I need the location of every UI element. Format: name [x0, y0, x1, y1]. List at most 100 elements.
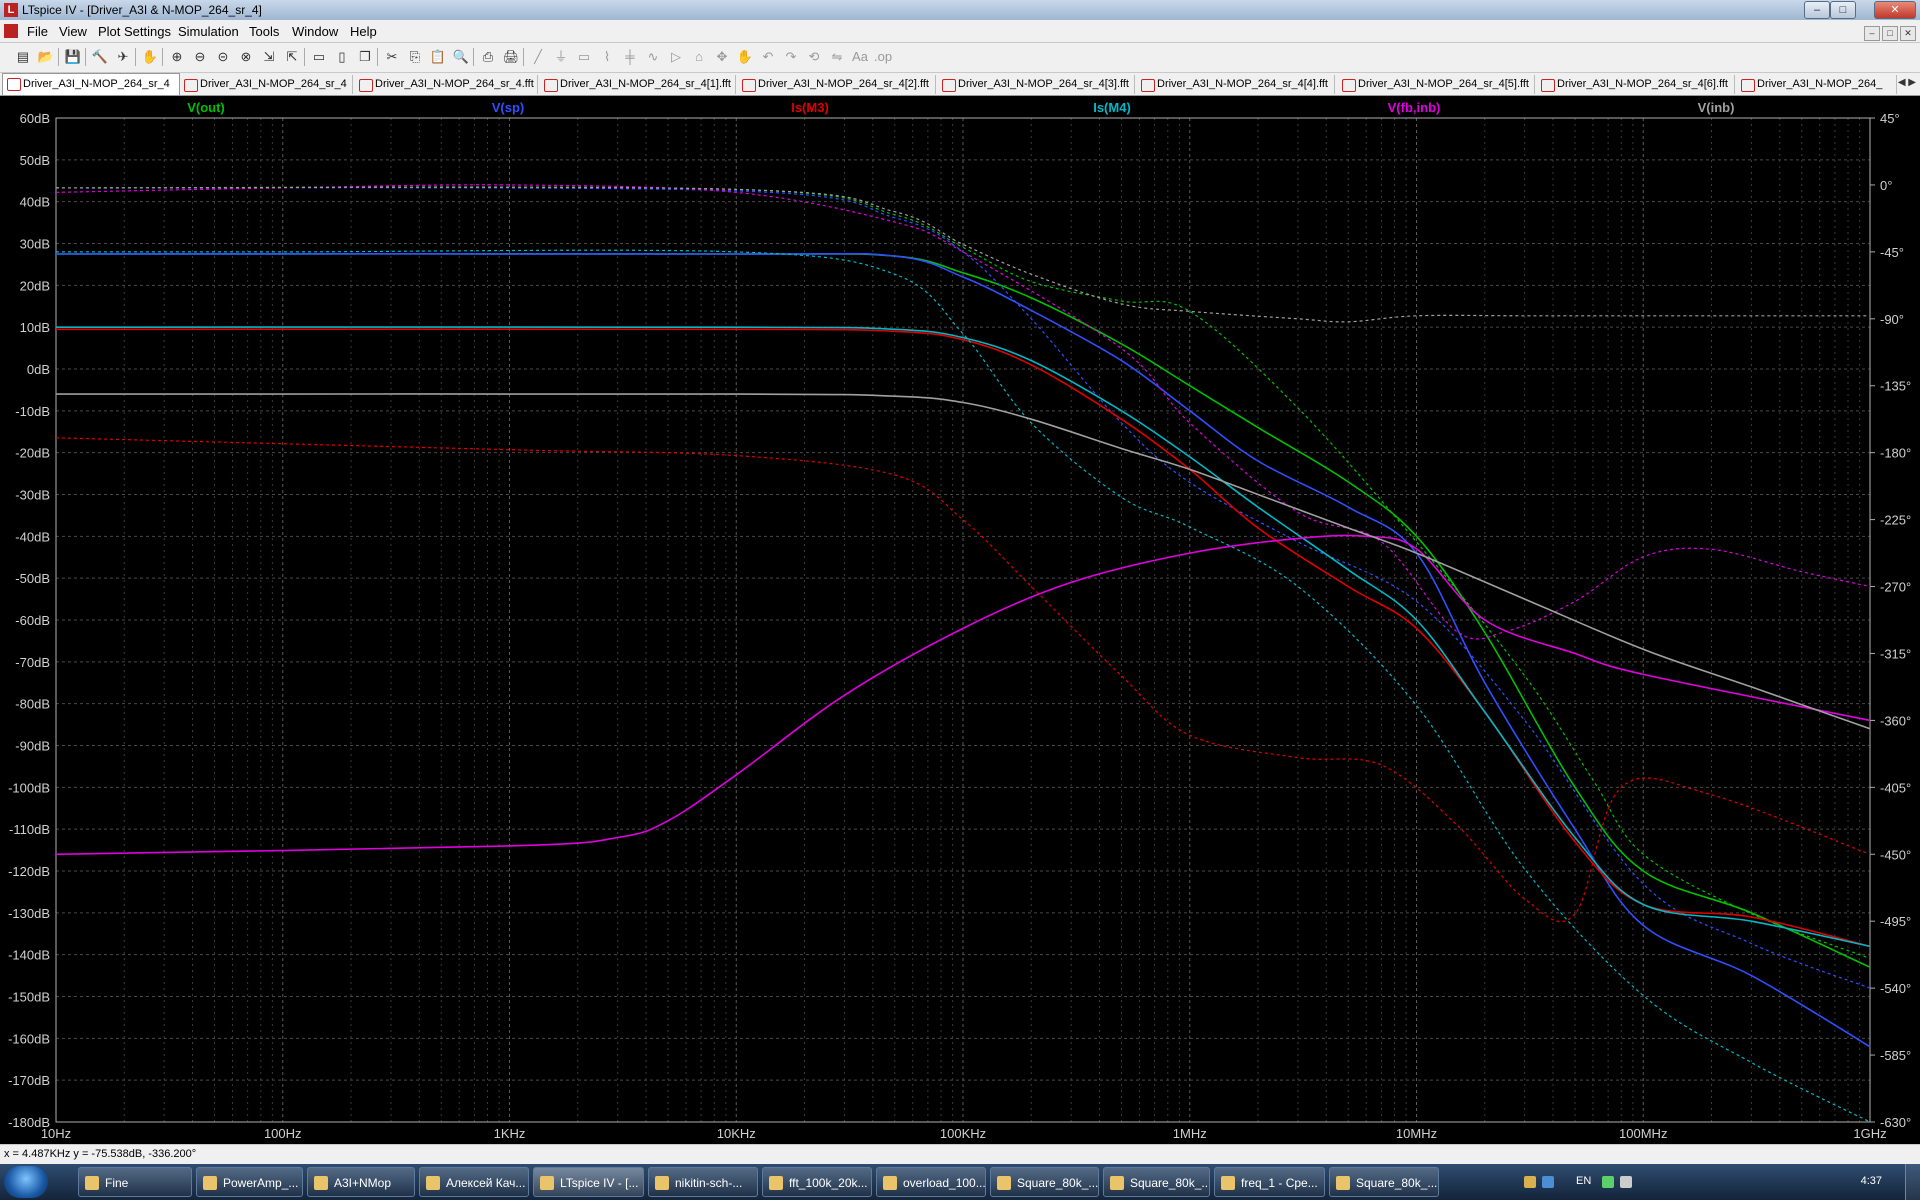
new-schematic-icon[interactable]: ▤	[14, 48, 32, 66]
tab-2[interactable]: Driver_A3I_N-MOP_264_sr_4.fft	[355, 75, 538, 94]
taskbar-item[interactable]: Square_80k_...	[1103, 1167, 1210, 1197]
phase-tick-label: -135°	[1880, 379, 1911, 394]
taskbar-item[interactable]: fft_100k_20k...	[762, 1167, 872, 1197]
component-icon[interactable]: ⌂	[690, 48, 708, 66]
maximize-button[interactable]: □	[1830, 1, 1856, 19]
ltspice-app-icon[interactable]: L	[4, 3, 18, 17]
tab-3[interactable]: Driver_A3I_N-MOP_264_sr_4[1].fft	[540, 75, 736, 94]
volume-icon[interactable]	[1620, 1176, 1632, 1188]
wire-icon[interactable]: ╱	[529, 48, 547, 66]
find-icon[interactable]: 🔍	[452, 48, 470, 66]
diode-icon[interactable]: ▷	[667, 48, 685, 66]
menu-view[interactable]: View	[59, 24, 87, 39]
cascade-icon[interactable]: ❐	[356, 48, 374, 66]
menu-window[interactable]: Window	[292, 24, 338, 39]
move-icon[interactable]: ✥	[713, 48, 731, 66]
print-preview-icon[interactable]: ⎙	[479, 48, 497, 66]
print-icon[interactable]: 🖨	[502, 48, 520, 66]
tab-9[interactable]: Driver_A3I_N-MOP_264_	[1737, 75, 1897, 94]
taskbar-item[interactable]: LTspice IV - [...	[533, 1167, 644, 1197]
taskbar-app-icon	[85, 1176, 99, 1190]
language-indicator[interactable]: EN	[1576, 1175, 1591, 1187]
text-icon[interactable]: Aa	[851, 48, 869, 66]
folder-tray-icon[interactable]	[1524, 1176, 1536, 1188]
flag-tray-icon[interactable]	[1602, 1176, 1614, 1188]
label-icon[interactable]: ▭	[575, 48, 593, 66]
network-tray-icon[interactable]	[1542, 1176, 1554, 1188]
drag-icon[interactable]: ✋	[736, 48, 754, 66]
paste-icon[interactable]: 📋	[429, 48, 447, 66]
tab-1[interactable]: Driver_A3I_N-MOP_264_sr_4	[180, 75, 353, 94]
tab-label: Driver_A3I_N-MOP_264_sr_4	[200, 78, 347, 90]
taskbar-item[interactable]: Square_80k_...	[990, 1167, 1099, 1197]
show-desktop-button[interactable]	[1905, 1164, 1920, 1200]
menu-file[interactable]: File	[27, 24, 48, 39]
clock[interactable]: 4:37	[1861, 1175, 1882, 1187]
menu-help[interactable]: Help	[350, 24, 377, 39]
bode-plot-svg[interactable]: 10Hz 100Hz 1KHz 10KHz 100KHz 1MHz 10MHz 100MHz 1…	[0, 96, 1920, 1144]
open-icon[interactable]: 📂	[37, 48, 55, 66]
mirror-icon[interactable]: ⇋	[828, 48, 846, 66]
taskbar-item-label: freq_1 - Сре...	[1241, 1176, 1318, 1190]
minimize-button[interactable]: –	[1804, 1, 1830, 19]
tab-scroll-arrows[interactable]: ◀ ▶	[1898, 77, 1916, 88]
tab-8[interactable]: Driver_A3I_N-MOP_264_sr_4[6].fft	[1537, 75, 1735, 94]
taskbar-item[interactable]: Алексей Кач...	[419, 1167, 529, 1197]
taskbar-item[interactable]: Fine	[78, 1167, 192, 1197]
taskbar-item[interactable]: Square_80k_...	[1329, 1167, 1439, 1197]
waveform-tab-icon	[1342, 79, 1356, 92]
spice-directive-icon[interactable]: .op	[874, 48, 892, 66]
waveform-plot[interactable]: 10Hz 100Hz 1KHz 10KHz 100KHz 1MHz 10MHz 100MHz 1…	[0, 96, 1920, 1144]
mdi-minimize-button[interactable]: –	[1864, 26, 1880, 41]
zoom-out-icon[interactable]: ⊖	[191, 48, 209, 66]
taskbar-item[interactable]: PowerAmp_...	[196, 1167, 303, 1197]
control-panel-icon[interactable]: 🔨	[91, 48, 109, 66]
phase-tick-label: 0°	[1880, 178, 1892, 193]
document-icon[interactable]	[4, 24, 18, 38]
inductor-icon[interactable]: ∿	[644, 48, 662, 66]
resistor-icon[interactable]: ⌇	[598, 48, 616, 66]
start-button[interactable]	[4, 1166, 48, 1198]
copy-icon[interactable]: ⎘	[406, 48, 424, 66]
capacitor-icon[interactable]: ╪	[621, 48, 639, 66]
tile-vertical-icon[interactable]: ▯	[333, 48, 351, 66]
tile-horizontal-icon[interactable]: ▭	[310, 48, 328, 66]
redo-icon[interactable]: ↷	[782, 48, 800, 66]
taskbar-item[interactable]: A3I+NMop	[307, 1167, 415, 1197]
tab-5[interactable]: Driver_A3I_N-MOP_264_sr_4[3].fft	[938, 75, 1135, 94]
taskbar-item[interactable]: overload_100...	[876, 1167, 986, 1197]
tab-0[interactable]: Driver_A3I_N-MOP_264_sr_4	[2, 73, 180, 95]
taskbar-item-label: PowerAmp_...	[223, 1176, 299, 1190]
save-icon[interactable]: 💾	[64, 48, 82, 66]
menu-tools[interactable]: Tools	[249, 24, 279, 39]
taskbar-item-label: Fine	[105, 1176, 129, 1190]
ground-icon[interactable]: ⏚	[552, 48, 570, 66]
close-button[interactable]: ✕	[1874, 1, 1916, 19]
run-icon[interactable]: ✈	[114, 48, 132, 66]
menu-plot-settings[interactable]: Plot Settings	[98, 24, 171, 39]
waveform-tab-icon	[1741, 79, 1755, 92]
toolbar-separator	[58, 48, 59, 66]
y-tick-label: -80dB	[15, 697, 50, 712]
zoom-back-icon[interactable]: ⊝	[214, 48, 232, 66]
zoom-in-icon[interactable]: ⊕	[168, 48, 186, 66]
tab-4[interactable]: Driver_A3I_N-MOP_264_sr_4[2].fft	[738, 75, 936, 94]
autorange-icon[interactable]: ⇲	[260, 48, 278, 66]
rotate-icon[interactable]: ⟲	[805, 48, 823, 66]
y-tick-label: -170dB	[8, 1073, 50, 1088]
taskbar-item[interactable]: freq_1 - Сре...	[1214, 1167, 1325, 1197]
halt-icon[interactable]: ✋	[141, 48, 159, 66]
undo-icon[interactable]: ↶	[759, 48, 777, 66]
taskbar-item[interactable]: nikitin-sch-...	[648, 1167, 758, 1197]
menu-simulation[interactable]: Simulation	[178, 24, 239, 39]
zoom-cancel-icon[interactable]: ⇱	[283, 48, 301, 66]
y-tick-label: -100dB	[8, 780, 50, 795]
zoom-full-icon[interactable]: ⊗	[237, 48, 255, 66]
mdi-close-button[interactable]: ✕	[1900, 26, 1916, 41]
tab-7[interactable]: Driver_A3I_N-MOP_264_sr_4[5].fft	[1338, 75, 1535, 94]
trace-legend-label: V(sp)	[492, 100, 525, 115]
cut-icon[interactable]: ✂	[383, 48, 401, 66]
mdi-restore-button[interactable]: □	[1882, 26, 1898, 41]
tab-6[interactable]: Driver_A3I_N-MOP_264_sr_4[4].fft	[1137, 75, 1335, 94]
phase-tick-label: 45°	[1880, 111, 1900, 126]
